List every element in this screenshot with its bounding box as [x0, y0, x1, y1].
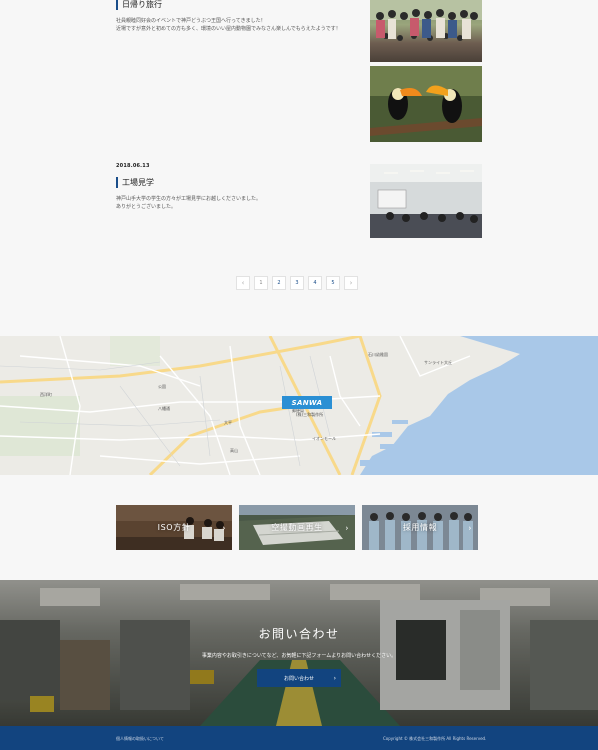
aerial-video-banner[interactable]: 空撮動画再生 › [239, 505, 355, 550]
recruit-banner[interactable]: 採用情報 › [362, 505, 478, 550]
pagination-page-5[interactable]: 5 [326, 276, 340, 290]
map-label: 八幡通 [158, 406, 170, 411]
chevron-right-icon: › [333, 674, 336, 682]
post-photo-seminar[interactable] [370, 164, 482, 238]
pagination-page-2[interactable]: 2 [272, 276, 286, 290]
post-photo-group[interactable] [370, 0, 482, 62]
site-footer: 個人情報の取扱いについて Copyright © 株式会社三和製作所 All R… [0, 726, 598, 750]
pagination-page-3[interactable]: 3 [290, 276, 304, 290]
link-banners: ISO方針 › 空撮動画再生 › 採用情報 › [116, 505, 478, 550]
group-photo-image [370, 0, 482, 41]
map-marker-sanwa[interactable]: SANWA [282, 396, 332, 409]
copyright-text: Copyright © 株式会社三和製作所 All Rights Reserve… [383, 736, 487, 741]
post-body: 神戸山手大学の学生の方々が工場見学にお越しくださいました。 ありがとうございまし… [116, 196, 262, 210]
map-label: 公園 [158, 384, 166, 389]
pagination-prev-button[interactable]: ‹ [236, 276, 250, 290]
toucan-photo-image [370, 66, 482, 142]
map-label: イオンモール [312, 436, 336, 441]
map-label: 西洋町 [40, 392, 52, 397]
map-label: サンライト大丘 [424, 360, 452, 365]
map-label: 石川幼稚園 [368, 352, 388, 357]
pagination-page-1: 1 [254, 276, 268, 290]
banner-label: 採用情報 [402, 523, 438, 532]
contact-title: お問い合わせ [258, 627, 340, 641]
map-label: (株)三和製作所 [296, 412, 324, 417]
pagination-page-4[interactable]: 4 [308, 276, 322, 290]
banner-label: 空撮動画再生 [271, 523, 323, 532]
iso-policy-banner[interactable]: ISO方針 › [116, 505, 232, 550]
seminar-photo-image [370, 164, 482, 238]
pagination-next-button[interactable]: › [344, 276, 358, 290]
chevron-right-icon: › [345, 523, 349, 532]
contact-description: 事業内容やお取引きについてなど、お気軽に下記フォームよりお問い合わせください。 [201, 653, 397, 659]
pagination: ‹ 1 2 3 4 5 › [236, 276, 358, 290]
contact-button-label: お問い合わせ [283, 675, 314, 682]
map-label: 大平 [224, 420, 232, 425]
chevron-right-icon: › [468, 523, 472, 532]
post-body: 社員親睦同好会のイベントで神戸どうぶつ王国へ行ってきました！ 近場ですが意外と初… [116, 18, 341, 32]
contact-button[interactable]: お問い合わせ › [257, 669, 341, 687]
map-label: 高山 [230, 448, 238, 453]
privacy-policy-link[interactable]: 個人情報の取扱いについて [116, 736, 164, 742]
chevron-right-icon: › [222, 523, 226, 532]
post-photo-toucan[interactable] [370, 66, 482, 142]
banner-label: ISO方針 [157, 523, 191, 532]
